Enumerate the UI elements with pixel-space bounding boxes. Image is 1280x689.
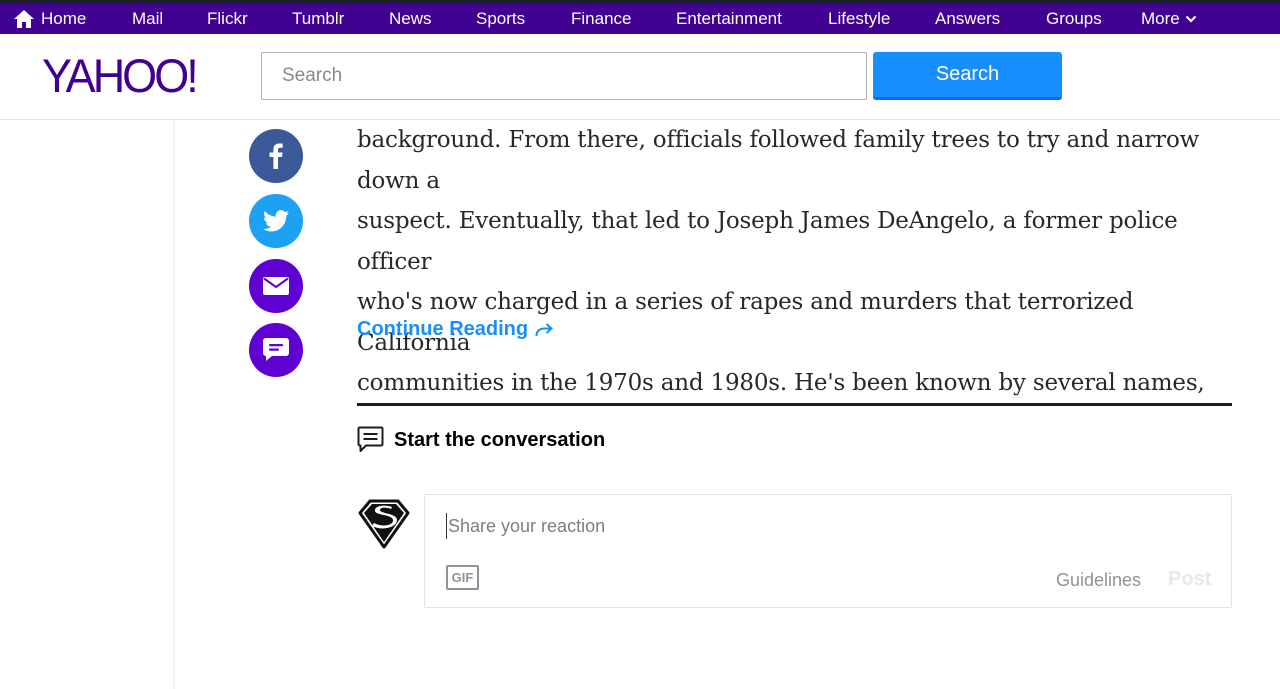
nav-lifestyle[interactable]: Lifestyle — [828, 9, 890, 29]
guidelines-link[interactable]: Guidelines — [1056, 570, 1141, 591]
mail-icon — [263, 277, 289, 295]
nav-answers[interactable]: Answers — [935, 9, 1000, 29]
gif-button[interactable]: GIF — [446, 565, 479, 590]
home-icon — [14, 10, 34, 28]
reaction-box: GIF Guidelines Post — [424, 494, 1232, 608]
search-button[interactable]: Search — [873, 52, 1062, 100]
comment-share-button[interactable] — [249, 323, 303, 377]
twitter-icon — [263, 210, 289, 232]
nav-more[interactable]: More — [1141, 9, 1197, 29]
nav-mail[interactable]: Mail — [132, 9, 163, 29]
superman-shield-icon — [358, 499, 410, 549]
article-line: suspect. Eventually, that led to Joseph … — [357, 208, 1178, 275]
facebook-icon — [269, 143, 283, 169]
comment-icon — [357, 426, 384, 452]
nav-home-label: Home — [41, 9, 87, 28]
nav-home[interactable]: Home — [14, 9, 86, 29]
nav-groups[interactable]: Groups — [1046, 9, 1102, 29]
nav-tumblr[interactable]: Tumblr — [292, 9, 344, 29]
avatar[interactable] — [356, 495, 412, 551]
nav-more-label: More — [1141, 9, 1180, 28]
nav-entertainment[interactable]: Entertainment — [676, 9, 782, 29]
header: YAHOO! Search — [0, 34, 1280, 120]
continue-reading-label: Continue Reading — [357, 318, 529, 340]
post-button[interactable]: Post — [1168, 568, 1211, 591]
article-line: background. From there, officials follow… — [357, 127, 1200, 194]
facebook-share-button[interactable] — [249, 129, 303, 183]
chevron-down-icon — [1185, 15, 1197, 23]
article-line: communities in the 1970s and 1980s. He's… — [357, 370, 1205, 396]
nav-finance[interactable]: Finance — [571, 9, 631, 29]
comment-icon — [263, 338, 289, 361]
conversation-title: Start the conversation — [394, 428, 606, 451]
section-divider — [357, 403, 1232, 406]
conversation-header: Start the conversation — [357, 426, 605, 454]
continue-reading-link[interactable]: Continue Reading — [357, 318, 554, 341]
search-input[interactable] — [261, 52, 867, 100]
share-arrow-icon — [535, 322, 554, 336]
nav-news[interactable]: News — [389, 9, 432, 29]
yahoo-logo[interactable]: YAHOO! — [42, 49, 199, 104]
nav-sports[interactable]: Sports — [476, 9, 525, 29]
reaction-input[interactable] — [446, 513, 1206, 539]
twitter-share-button[interactable] — [249, 194, 303, 248]
email-share-button[interactable] — [249, 259, 303, 313]
nav-flickr[interactable]: Flickr — [207, 9, 248, 29]
top-nav-bar: Home Mail Flickr Tumblr News Sports Fina… — [0, 0, 1280, 34]
article-body: background. From there, officials follow… — [357, 120, 1237, 404]
